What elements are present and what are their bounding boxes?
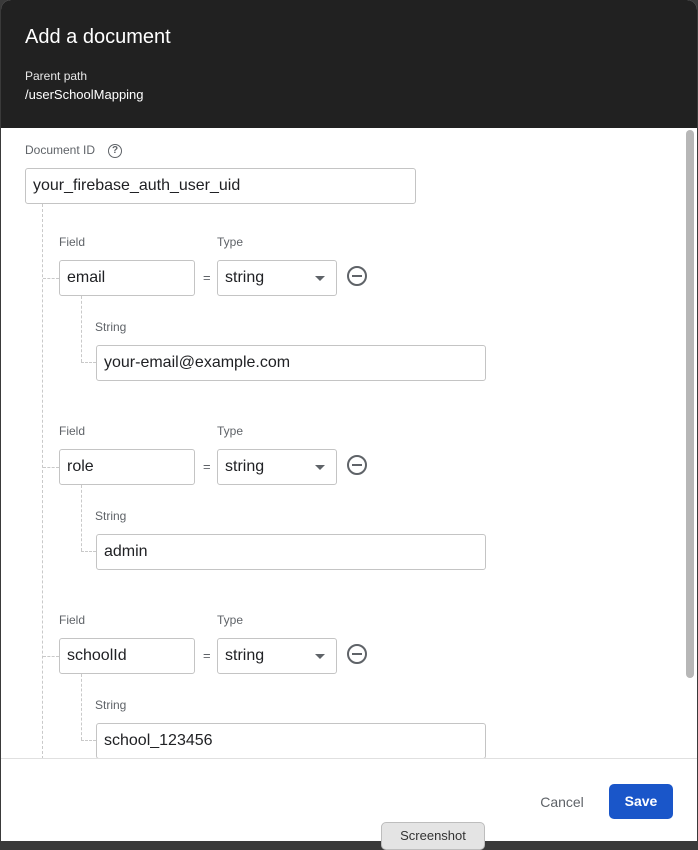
remove-circle-icon[interactable] [347, 266, 367, 286]
remove-circle-icon[interactable] [347, 455, 367, 475]
type-select-role[interactable]: string [217, 449, 337, 485]
type-label: Type [217, 424, 244, 438]
equals-sign: = [203, 648, 211, 663]
type-label: Type [217, 235, 244, 249]
value-type-label: String [95, 320, 127, 334]
type-select-email[interactable]: string [217, 260, 337, 296]
parent-path-value: /userSchoolMapping [25, 87, 144, 102]
dialog-body[interactable]: Document ID ? your_firebase_auth_user_ui… [1, 128, 697, 758]
type-select-value: string [225, 458, 265, 475]
value-input-email[interactable]: your-email@example.com [96, 345, 486, 381]
add-document-dialog: Add a document Parent path /userSchoolMa… [1, 0, 697, 841]
type-select-value: string [225, 269, 265, 286]
document-id-input[interactable]: your_firebase_auth_user_uid [25, 168, 416, 204]
caret-down-icon [315, 654, 325, 659]
field-name-input-role[interactable]: role [59, 449, 195, 485]
help-circle-icon[interactable]: ? [108, 144, 122, 158]
field-label: Field [59, 235, 86, 249]
tree-line [42, 204, 43, 758]
value-input-role[interactable]: admin [96, 534, 486, 570]
document-id-label: Document ID [25, 143, 96, 157]
scrollbar-thumb[interactable] [686, 130, 694, 678]
screenshot-tooltip[interactable]: Screenshot [381, 822, 485, 850]
field-name-input-email[interactable]: email [59, 260, 195, 296]
parent-path-label: Parent path [25, 69, 88, 83]
value-type-label: String [95, 698, 127, 712]
field-label: Field [59, 613, 86, 627]
type-label: Type [217, 613, 244, 627]
dialog-header: Add a document Parent path /userSchoolMa… [1, 0, 697, 128]
dialog-title: Add a document [25, 26, 171, 48]
cancel-button[interactable]: Cancel [531, 785, 593, 819]
caret-down-icon [315, 276, 325, 281]
equals-sign: = [203, 459, 211, 474]
field-name-input-schoolid[interactable]: schoolId [59, 638, 195, 674]
caret-down-icon [315, 465, 325, 470]
type-select-schoolid[interactable]: string [217, 638, 337, 674]
remove-circle-icon[interactable] [347, 644, 367, 664]
equals-sign: = [203, 270, 211, 285]
dialog-footer: Cancel Save [1, 758, 697, 841]
type-select-value: string [225, 647, 265, 664]
field-label: Field [59, 424, 86, 438]
value-input-schoolid[interactable]: school_123456 [96, 723, 486, 758]
save-button[interactable]: Save [609, 784, 673, 819]
value-type-label: String [95, 509, 127, 523]
